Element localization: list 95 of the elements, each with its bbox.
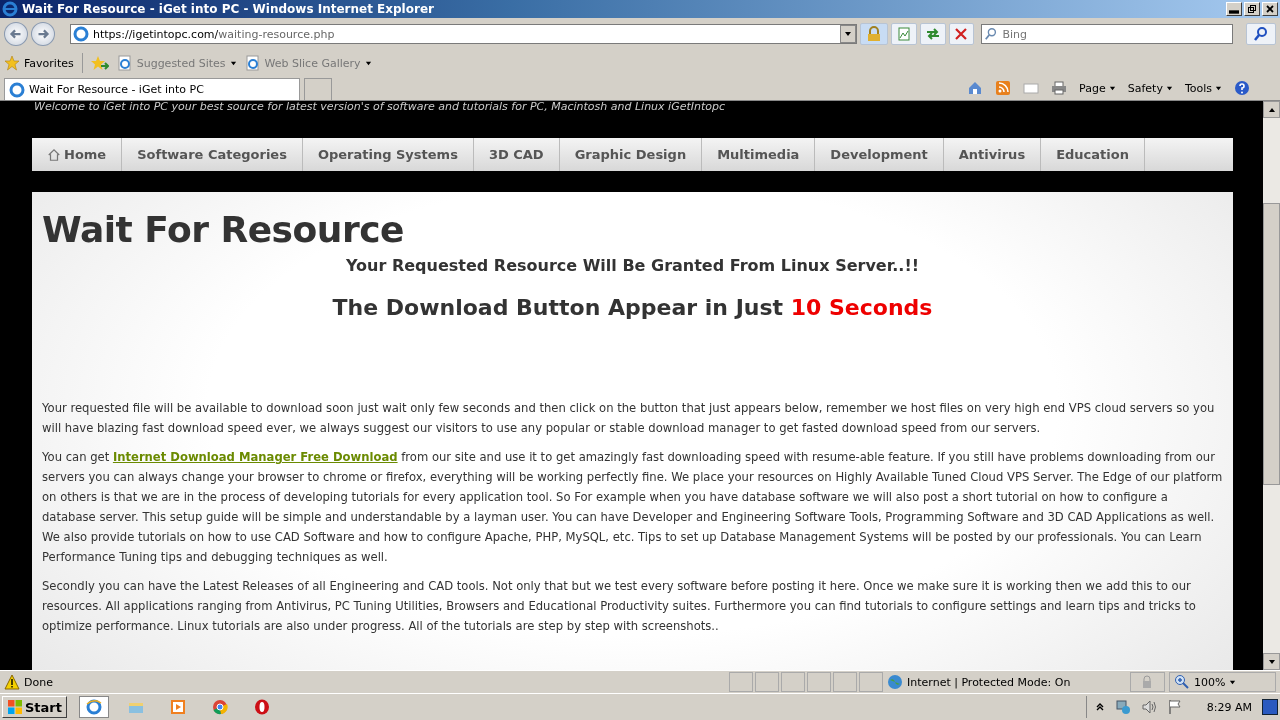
- nav-link[interactable]: Multimedia: [702, 138, 816, 171]
- printer-icon[interactable]: [1051, 80, 1068, 96]
- nav-link[interactable]: Operating Systems: [302, 138, 474, 171]
- speaker-icon[interactable]: [1140, 699, 1157, 715]
- refresh-icon: [924, 26, 941, 42]
- start-button[interactable]: Start: [2, 696, 67, 718]
- window-title: Wait For Resource - iGet into PC - Windows Internet Explorer: [22, 2, 435, 16]
- search-icon: [1253, 26, 1269, 42]
- nav-link[interactable]: Graphic Design: [559, 138, 703, 171]
- minimize-button[interactable]: [1226, 2, 1242, 16]
- back-button[interactable]: [4, 22, 28, 46]
- caret-icon: [1215, 84, 1222, 92]
- forward-button[interactable]: [30, 22, 55, 46]
- globe-icon: [887, 674, 904, 690]
- browser-icon: [86, 699, 102, 715]
- page-icon: [895, 26, 912, 42]
- refresh-button[interactable]: [919, 23, 946, 45]
- close-icon: [953, 26, 970, 42]
- star-icon: [4, 55, 20, 71]
- browser-tab[interactable]: Wait For Resource - iGet into PC: [4, 78, 300, 100]
- site-tagline: Welcome to iGet into PC your best source for latest version's of software and tutorials for PC, Macintosh and Linux iGetIntopc: [33, 101, 727, 115]
- paragraph: You can get Internet Download Manager Free Download from our site and use it to get amazingly fast downloading speed with resume-able feature. If you still have problems downloading from our servers you can always change your browser to chrome or firefox, everything will be working perfectly fine. We place your resources on Highly Available Tuned Cloud VPS Server. The Edge of our platform on others is that we are in the process of developing tutorials for every application tool. So For example when you have database software we will also post a short tutorial on how to configure a database server. This setup guide will be simple and understandable by a layman user. You can have Developer and Engineering Software Tools, Programming Software and 3D CAD Applications as well. We also provide tutorials on how to use CAD Software and how to configure Apache, PHP, MySQL, etc. Tips to set up Database Management Systems will be posted by our professionals. You can Learn Performance Tuning tips and debugging techniques as well.: [42, 448, 1223, 566]
- caret-icon: [364, 59, 372, 67]
- address-field[interactable]: https://igetintopc.com/waiting-resource.php: [69, 24, 857, 44]
- paragraph: Secondly you can have the Latest Releases of all Engineering and CAD tools. Not only that but we test every software before posting it here. Once we make sure it is working then we add this to our resources. All applications ranging from Antivirus, PC Tuning Utilities, Browsers and Educational Productivity suites. Furthermore you can find tutorials to configure settings and learn tips and tricks to optimize performance. Linux tutorials are also under progress. All of the tutorials are step by step with screenshots..: [42, 577, 1197, 635]
- search-button[interactable]: [1246, 23, 1276, 45]
- scroll-up-button[interactable]: [1263, 101, 1280, 118]
- warning-icon: [4, 674, 20, 690]
- home-icon: [47, 147, 61, 162]
- nav-link[interactable]: Development: [815, 138, 944, 171]
- dropdown-icon: [839, 25, 856, 43]
- nav-link[interactable]: Antivirus: [943, 138, 1042, 171]
- chevron-up-icon[interactable]: [1094, 702, 1105, 712]
- caret-icon: [1229, 678, 1237, 686]
- play-icon: [170, 699, 186, 715]
- status-text: Done: [24, 675, 54, 689]
- nav-link[interactable]: Software Categories: [122, 138, 303, 171]
- page-icon: [244, 55, 261, 71]
- status-panel: [807, 672, 832, 692]
- favorites-button[interactable]: Favorites: [4, 55, 74, 71]
- status-panel: [755, 672, 780, 692]
- taskbar-browser-button[interactable]: [79, 696, 109, 718]
- compatibility-button[interactable]: [890, 23, 917, 45]
- page-icon: [72, 26, 89, 42]
- caret-icon: [229, 59, 237, 67]
- zoom-icon: [1173, 674, 1190, 690]
- chrome-icon: [212, 699, 228, 715]
- nav-link[interactable]: Home: [32, 138, 123, 171]
- restore-icon: [1247, 4, 1257, 14]
- restore-button[interactable]: [1244, 2, 1260, 16]
- page-heading: Wait For Resource: [42, 210, 405, 250]
- network-icon[interactable]: [1114, 699, 1131, 715]
- page-icon: [116, 55, 133, 71]
- scrollbar[interactable]: [1263, 101, 1280, 670]
- subheading: Your Requested Resource Will Be Granted From Linux Server..!!: [344, 255, 921, 275]
- command-menu[interactable]: Safety: [1127, 81, 1173, 95]
- browser-icon: [2, 1, 18, 17]
- flag-icon[interactable]: [1166, 699, 1183, 715]
- favorites-link[interactable]: Suggested Sites: [116, 55, 237, 71]
- zoom-button[interactable]: 100%: [1168, 672, 1276, 692]
- search-field[interactable]: Bing: [981, 24, 1234, 44]
- status-panel: [781, 672, 806, 692]
- home-icon[interactable]: [967, 80, 984, 96]
- command-menu[interactable]: Page: [1079, 81, 1116, 95]
- nav-link[interactable]: 3D CAD: [473, 138, 560, 171]
- down-arrow-icon: [1267, 657, 1276, 666]
- search-icon: [984, 27, 999, 41]
- countdown-text: The Download Button Appear in Just 10 Seconds: [331, 294, 934, 320]
- padlock-icon: [865, 26, 882, 42]
- rss-feed-icon[interactable]: [995, 80, 1012, 96]
- windows-logo-icon: [7, 699, 23, 715]
- minimize-icon: [1229, 7, 1239, 17]
- close-button[interactable]: [1262, 2, 1278, 16]
- paragraph: Your requested file will be available to download soon just wait only few seconds and then click on the button that just appears below, remember we host files on very high end VPS cloud servers so you will have blazing fast download speed ever, we always suggest our visitors to use any popular or stable download manager to get fasted download speed from our servers.: [42, 399, 1216, 437]
- download-link[interactable]: Internet Download Manager Free Download: [112, 449, 398, 464]
- lock-button[interactable]: [859, 23, 888, 45]
- security-zone[interactable]: Internet | Protected Mode: On: [887, 674, 1126, 690]
- browser-icon: [9, 81, 25, 98]
- status-panel: [729, 672, 754, 692]
- status-panel: [859, 672, 884, 692]
- opera-icon: [254, 699, 270, 715]
- command-menu[interactable]: Tools: [1184, 81, 1222, 95]
- caret-icon: [1108, 84, 1116, 92]
- favorites-link[interactable]: Web Slice Gallery: [244, 55, 372, 71]
- caret-icon: [1165, 84, 1173, 92]
- close-icon: [1265, 4, 1275, 14]
- scroll-thumb[interactable]: [1263, 203, 1280, 485]
- scroll-down-button[interactable]: [1263, 653, 1280, 670]
- add-favorite-icon[interactable]: [90, 55, 109, 71]
- status-panel: [833, 672, 858, 692]
- show-desktop-button[interactable]: [1262, 699, 1278, 715]
- help-icon[interactable]: [1234, 80, 1250, 96]
- clock[interactable]: 8:29 AM: [1206, 700, 1252, 714]
- nav-link[interactable]: Education: [1041, 138, 1145, 171]
- stop-button[interactable]: [948, 23, 975, 45]
